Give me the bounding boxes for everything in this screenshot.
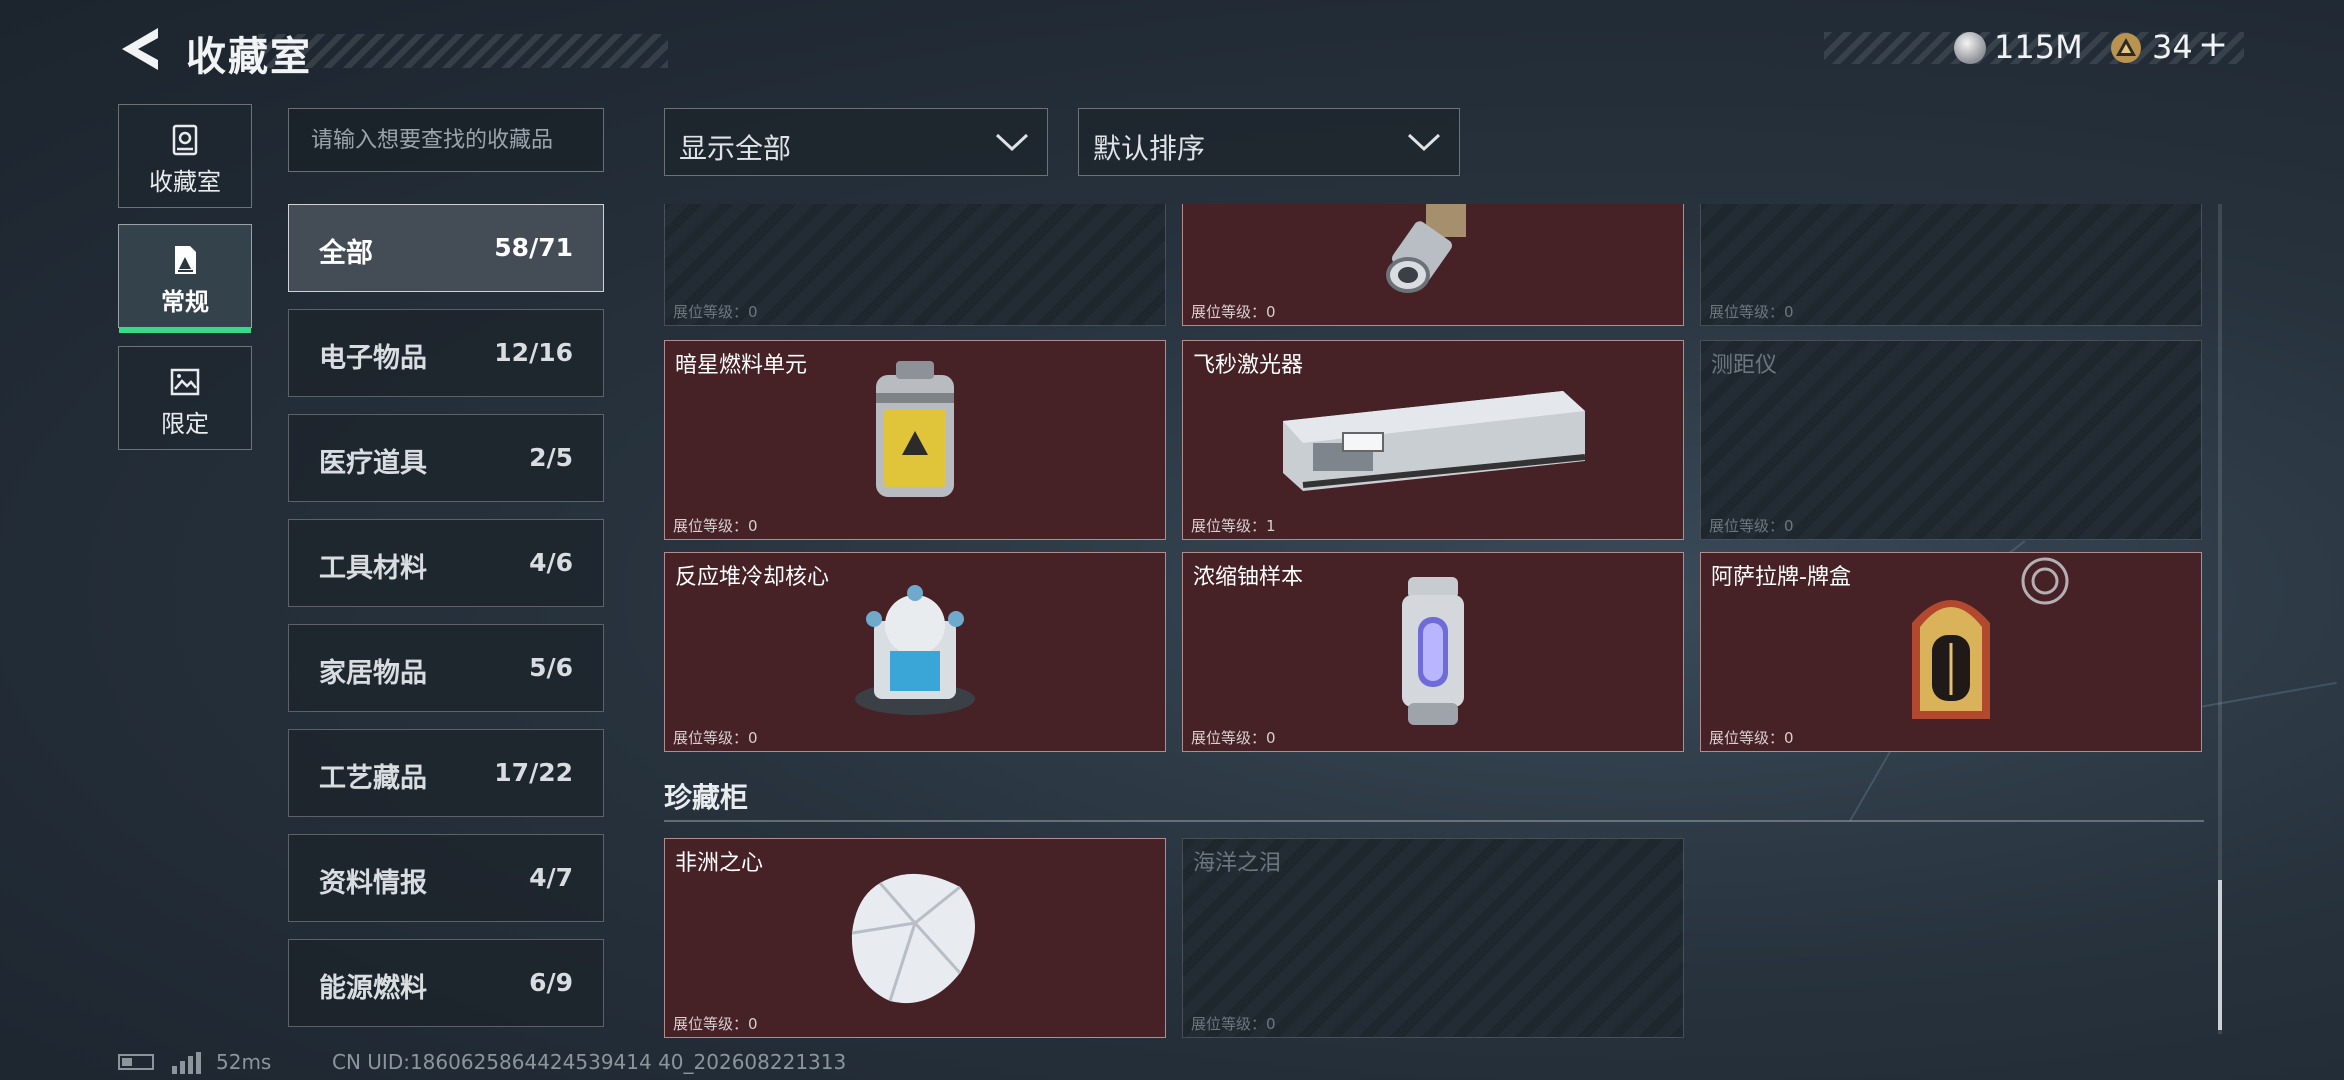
ping-text: 52ms: [216, 1050, 272, 1074]
uranium-sample-icon: [1402, 577, 1464, 725]
collection-card[interactable]: 浓缩铀样本 展位等级：0: [1182, 552, 1684, 752]
card-level: 展位等级：0: [673, 303, 758, 321]
category-name: 工艺藏品: [319, 763, 427, 794]
category-medical[interactable]: 医疗道具 2/5: [288, 414, 604, 502]
search-box: [288, 108, 604, 172]
collection-card[interactable]: 测距仪 展位等级：0: [1700, 340, 2202, 540]
laser-device-icon: [1283, 391, 1586, 491]
category-count: 5/6: [529, 653, 573, 682]
nav-tab-limited[interactable]: 限定: [118, 346, 252, 450]
reactor-core-icon: [855, 585, 975, 715]
scrollbar-thumb[interactable]: [2218, 880, 2222, 1030]
gold-coin-icon: [2111, 33, 2141, 63]
category-crafts[interactable]: 工艺藏品 17/22: [288, 729, 604, 817]
page-header: 收藏室: [118, 24, 668, 80]
nav-tab-label: 常规: [161, 288, 209, 316]
search-input[interactable]: [289, 109, 603, 171]
collection-card[interactable]: 阿萨拉牌-牌盒 展位等级：0: [1700, 552, 2202, 752]
diamond-icon: [851, 873, 975, 1004]
page-title: 收藏室: [186, 34, 312, 80]
collection-card[interactable]: 反应堆冷却核心 展位等级：0: [664, 552, 1166, 752]
card-level: 展位等级：0: [1191, 729, 1276, 747]
category-name: 电子物品: [319, 343, 427, 374]
nav-tab-regular[interactable]: 常规: [118, 224, 252, 333]
category-name: 全部: [319, 238, 373, 269]
section-divider: [664, 820, 2204, 822]
card-box-icon: [1912, 600, 1990, 719]
card-name: 暗星燃料单元: [675, 353, 808, 378]
status-footer: 52ms CN UID:1860625864424539414 40_20260…: [118, 1050, 1018, 1080]
collection-card[interactable]: 海洋之泪 展位等级：0: [1182, 838, 1684, 1038]
nav-tab-label: 收藏室: [149, 168, 221, 196]
card-name: 飞秒激光器: [1193, 353, 1304, 378]
collection-card[interactable]: 飞秒激光器 展位等级：1: [1182, 340, 1684, 540]
card-level: 展位等级：0: [673, 729, 758, 747]
cabinet-icon: [172, 124, 198, 156]
show-filter-value: 显示全部: [679, 132, 792, 165]
battery-icon: [118, 1054, 154, 1070]
card-level: 展位等级：0: [1709, 517, 1794, 535]
sort-dropdown[interactable]: 默认排序: [1078, 108, 1460, 176]
category-count: 17/22: [494, 758, 573, 787]
collection-card[interactable]: 展位等级：0: [1700, 204, 2202, 326]
category-energy[interactable]: 能源燃料 6/9: [288, 939, 604, 1027]
card-level: 展位等级：0: [1709, 729, 1794, 747]
collection-card[interactable]: 展位等级：0: [1182, 204, 1684, 326]
card-name: 海洋之泪: [1193, 851, 1282, 876]
category-name: 资料情报: [319, 868, 427, 899]
category-count: 58/71: [494, 233, 573, 262]
card-level: 展位等级：0: [1191, 1015, 1276, 1033]
category-electronics[interactable]: 电子物品 12/16: [288, 309, 604, 397]
section-title: 珍藏柜: [664, 781, 749, 814]
category-name: 家居物品: [319, 658, 427, 689]
category-household[interactable]: 家居物品 5/6: [288, 624, 604, 712]
active-tab-indicator: [119, 328, 251, 333]
fuel-canister-icon: [876, 361, 954, 497]
chevron-down-icon: [1407, 133, 1441, 152]
card-level: 展位等级：0: [673, 1015, 758, 1033]
category-intel[interactable]: 资料情报 4/7: [288, 834, 604, 922]
category-count: 12/16: [494, 338, 573, 367]
add-currency-button[interactable]: +: [2198, 24, 2228, 65]
signal-icon: [172, 1052, 201, 1074]
target-icon[interactable]: [2019, 555, 2071, 607]
back-arrow-icon[interactable]: [118, 26, 162, 72]
gold-amount: 34: [2152, 28, 2193, 66]
card-name: 阿萨拉牌-牌盒: [1711, 565, 1851, 590]
category-name: 工具材料: [319, 553, 427, 584]
category-count: 6/9: [529, 968, 573, 997]
document-icon: [175, 246, 196, 274]
silver-amount: 115M: [1994, 28, 2083, 66]
card-level: 展位等级：0: [673, 517, 758, 535]
currency-bar: 115M 34 +: [1824, 24, 2244, 68]
category-count: 2/5: [529, 443, 573, 472]
silver-coin-icon: [1954, 32, 1986, 64]
nozzle-item-icon: [1386, 204, 1466, 293]
category-name: 能源燃料: [319, 973, 427, 1004]
category-name: 医疗道具: [319, 448, 427, 479]
card-name: 浓缩铀样本: [1193, 565, 1304, 590]
header-stripes: [258, 34, 668, 68]
card-level: 展位等级：0: [1709, 303, 1794, 321]
category-all[interactable]: 全部 58/71: [288, 204, 604, 292]
card-name: 非洲之心: [675, 851, 764, 876]
image-icon: [170, 368, 200, 396]
card-level: 展位等级：1: [1191, 517, 1276, 535]
nav-tab-collection-room[interactable]: 收藏室: [118, 104, 252, 208]
card-name: 反应堆冷却核心: [675, 565, 830, 590]
collection-grid: 展位等级：0 展位等级：0 展位等级：0 暗星燃料单元 展位等级：0 飞秒激光器: [664, 204, 2204, 1038]
show-filter-dropdown[interactable]: 显示全部: [664, 108, 1048, 176]
collection-card[interactable]: 暗星燃料单元 展位等级：0: [664, 340, 1166, 540]
card-name: 测距仪: [1711, 353, 1778, 378]
category-tools[interactable]: 工具材料 4/6: [288, 519, 604, 607]
category-count: 4/7: [529, 863, 573, 892]
nav-tab-label: 限定: [161, 410, 209, 438]
chevron-down-icon: [995, 133, 1029, 152]
collection-card[interactable]: 展位等级：0: [664, 204, 1166, 326]
sort-value: 默认排序: [1093, 132, 1206, 165]
collection-card[interactable]: 非洲之心 展位等级：0: [664, 838, 1166, 1038]
category-count: 4/6: [529, 548, 573, 577]
uid-text: CN UID:1860625864424539414 40_2026082213…: [332, 1050, 847, 1074]
card-level: 展位等级：0: [1191, 303, 1276, 321]
